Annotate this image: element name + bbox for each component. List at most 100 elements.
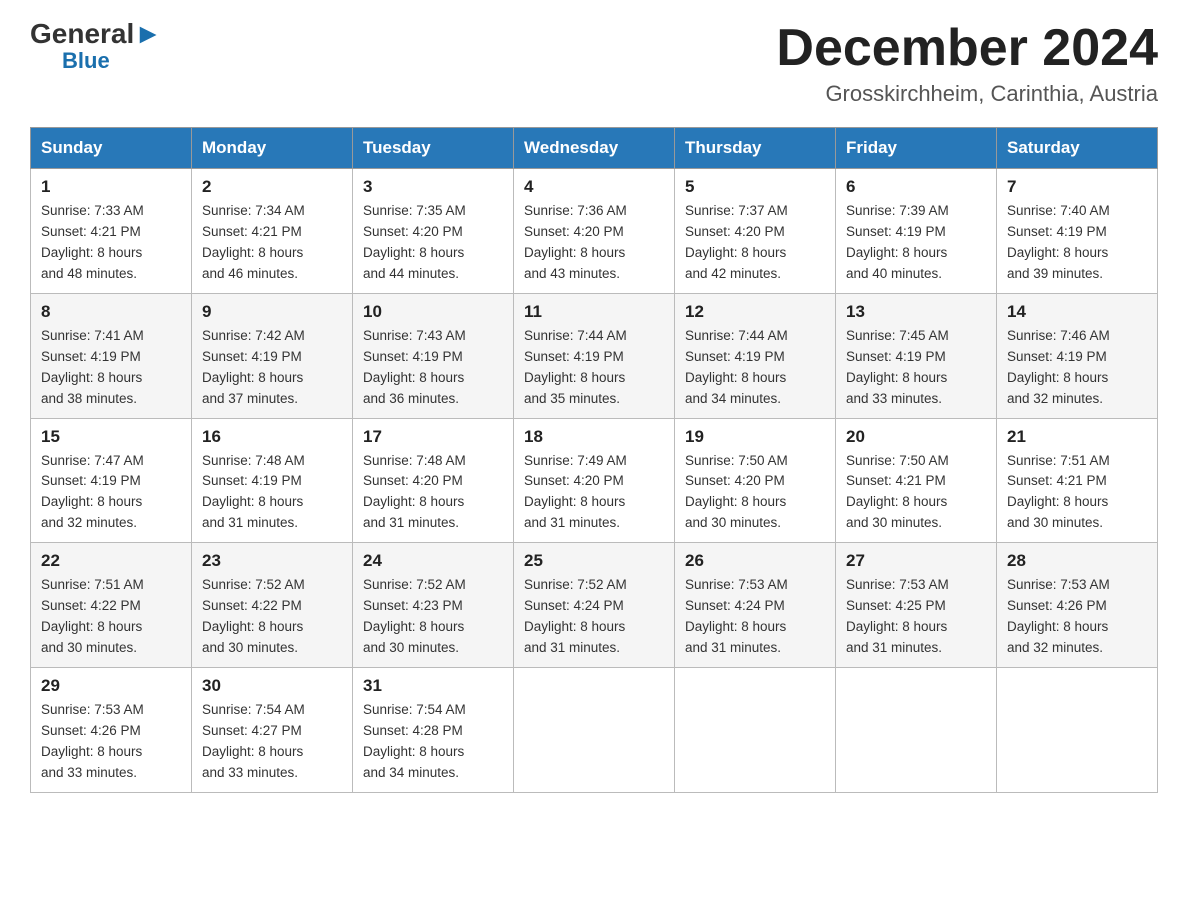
table-row	[514, 667, 675, 792]
day-number: 9	[202, 302, 342, 322]
col-wednesday: Wednesday	[514, 128, 675, 169]
day-number: 5	[685, 177, 825, 197]
table-row: 25Sunrise: 7:52 AMSunset: 4:24 PMDayligh…	[514, 543, 675, 668]
table-row	[675, 667, 836, 792]
title-area: December 2024 Grosskirchheim, Carinthia,…	[776, 20, 1158, 107]
day-info: Sunrise: 7:44 AMSunset: 4:19 PMDaylight:…	[524, 326, 664, 410]
day-number: 16	[202, 427, 342, 447]
table-row: 20 Sunrise: 7:50 AMSunset: 4:21 PMDayligh…	[836, 418, 997, 543]
day-number: 19	[685, 427, 825, 447]
day-info: Sunrise: 7:42 AMSunset: 4:19 PMDaylight:…	[202, 326, 342, 410]
table-row: 19 Sunrise: 7:50 AMSunset: 4:20 PMDayligh…	[675, 418, 836, 543]
table-row: 28 Sunrise: 7:53 AMSunset: 4:26 PMDayligh…	[997, 543, 1158, 668]
table-row: 18Sunrise: 7:49 AMSunset: 4:20 PMDayligh…	[514, 418, 675, 543]
day-info: Sunrise: 7:53 AMSunset: 4:26 PMDaylight:…	[1007, 575, 1147, 659]
table-row: 24 Sunrise: 7:52 AMSunset: 4:23 PMDayligh…	[353, 543, 514, 668]
day-number: 20	[846, 427, 986, 447]
table-row: 10 Sunrise: 7:43 AMSunset: 4:19 PMDayligh…	[353, 293, 514, 418]
day-number: 31	[363, 676, 503, 696]
location-subtitle: Grosskirchheim, Carinthia, Austria	[776, 81, 1158, 107]
table-row: 15 Sunrise: 7:47 AMSunset: 4:19 PMDayligh…	[31, 418, 192, 543]
day-number: 29	[41, 676, 181, 696]
day-info: Sunrise: 7:47 AMSunset: 4:19 PMDaylight:…	[41, 451, 181, 535]
col-sunday: Sunday	[31, 128, 192, 169]
day-info: Sunrise: 7:50 AMSunset: 4:21 PMDaylight:…	[846, 451, 986, 535]
day-info: Sunrise: 7:37 AMSunset: 4:20 PMDaylight:…	[685, 201, 825, 285]
day-info: Sunrise: 7:53 AMSunset: 4:26 PMDaylight:…	[41, 700, 181, 784]
day-number: 10	[363, 302, 503, 322]
day-info: Sunrise: 7:36 AMSunset: 4:20 PMDaylight:…	[524, 201, 664, 285]
table-row: 22 Sunrise: 7:51 AMSunset: 4:22 PMDayligh…	[31, 543, 192, 668]
day-number: 26	[685, 551, 825, 571]
col-saturday: Saturday	[997, 128, 1158, 169]
day-number: 12	[685, 302, 825, 322]
day-number: 18	[524, 427, 664, 447]
table-row: 13 Sunrise: 7:45 AMSunset: 4:19 PMDayligh…	[836, 293, 997, 418]
table-row: 17 Sunrise: 7:48 AMSunset: 4:20 PMDayligh…	[353, 418, 514, 543]
day-info: Sunrise: 7:48 AMSunset: 4:19 PMDaylight:…	[202, 451, 342, 535]
day-info: Sunrise: 7:54 AMSunset: 4:28 PMDaylight:…	[363, 700, 503, 784]
calendar-week-row: 8Sunrise: 7:41 AMSunset: 4:19 PMDaylight…	[31, 293, 1158, 418]
day-info: Sunrise: 7:53 AMSunset: 4:25 PMDaylight:…	[846, 575, 986, 659]
table-row: 6Sunrise: 7:39 AMSunset: 4:19 PMDaylight…	[836, 169, 997, 294]
day-number: 21	[1007, 427, 1147, 447]
calendar-week-row: 1Sunrise: 7:33 AMSunset: 4:21 PMDaylight…	[31, 169, 1158, 294]
day-number: 13	[846, 302, 986, 322]
table-row: 4 Sunrise: 7:36 AMSunset: 4:20 PMDaylight…	[514, 169, 675, 294]
calendar-week-row: 29 Sunrise: 7:53 AMSunset: 4:26 PMDayligh…	[31, 667, 1158, 792]
table-row: 16 Sunrise: 7:48 AMSunset: 4:19 PMDayligh…	[192, 418, 353, 543]
day-number: 23	[202, 551, 342, 571]
table-row: 1Sunrise: 7:33 AMSunset: 4:21 PMDaylight…	[31, 169, 192, 294]
page-header: General► Blue December 2024 Grosskirchhe…	[30, 20, 1158, 107]
logo-general-text: General►	[30, 20, 162, 48]
col-thursday: Thursday	[675, 128, 836, 169]
calendar-week-row: 15 Sunrise: 7:47 AMSunset: 4:19 PMDayligh…	[31, 418, 1158, 543]
logo-blue-text: Blue	[62, 48, 110, 74]
day-number: 15	[41, 427, 181, 447]
table-row: 29 Sunrise: 7:53 AMSunset: 4:26 PMDayligh…	[31, 667, 192, 792]
table-row: 7 Sunrise: 7:40 AMSunset: 4:19 PMDaylight…	[997, 169, 1158, 294]
day-info: Sunrise: 7:48 AMSunset: 4:20 PMDaylight:…	[363, 451, 503, 535]
logo: General► Blue	[30, 20, 162, 74]
day-info: Sunrise: 7:43 AMSunset: 4:19 PMDaylight:…	[363, 326, 503, 410]
col-friday: Friday	[836, 128, 997, 169]
day-number: 24	[363, 551, 503, 571]
day-info: Sunrise: 7:40 AMSunset: 4:19 PMDaylight:…	[1007, 201, 1147, 285]
table-row: 2 Sunrise: 7:34 AMSunset: 4:21 PMDaylight…	[192, 169, 353, 294]
calendar-header-row: Sunday Monday Tuesday Wednesday Thursday…	[31, 128, 1158, 169]
day-number: 2	[202, 177, 342, 197]
day-number: 17	[363, 427, 503, 447]
table-row: 9 Sunrise: 7:42 AMSunset: 4:19 PMDaylight…	[192, 293, 353, 418]
table-row: 21Sunrise: 7:51 AMSunset: 4:21 PMDayligh…	[997, 418, 1158, 543]
table-row: 11 Sunrise: 7:44 AMSunset: 4:19 PMDayligh…	[514, 293, 675, 418]
day-number: 4	[524, 177, 664, 197]
day-info: Sunrise: 7:52 AMSunset: 4:22 PMDaylight:…	[202, 575, 342, 659]
day-number: 11	[524, 302, 664, 322]
table-row: 23 Sunrise: 7:52 AMSunset: 4:22 PMDayligh…	[192, 543, 353, 668]
day-info: Sunrise: 7:44 AMSunset: 4:19 PMDaylight:…	[685, 326, 825, 410]
day-info: Sunrise: 7:45 AMSunset: 4:19 PMDaylight:…	[846, 326, 986, 410]
day-number: 25	[524, 551, 664, 571]
day-number: 7	[1007, 177, 1147, 197]
table-row: 30Sunrise: 7:54 AMSunset: 4:27 PMDayligh…	[192, 667, 353, 792]
day-number: 28	[1007, 551, 1147, 571]
table-row: 27Sunrise: 7:53 AMSunset: 4:25 PMDayligh…	[836, 543, 997, 668]
col-tuesday: Tuesday	[353, 128, 514, 169]
calendar-table: Sunday Monday Tuesday Wednesday Thursday…	[30, 127, 1158, 792]
day-number: 22	[41, 551, 181, 571]
table-row	[997, 667, 1158, 792]
col-monday: Monday	[192, 128, 353, 169]
day-info: Sunrise: 7:50 AMSunset: 4:20 PMDaylight:…	[685, 451, 825, 535]
day-info: Sunrise: 7:39 AMSunset: 4:19 PMDaylight:…	[846, 201, 986, 285]
table-row: 5 Sunrise: 7:37 AMSunset: 4:20 PMDaylight…	[675, 169, 836, 294]
day-info: Sunrise: 7:52 AMSunset: 4:23 PMDaylight:…	[363, 575, 503, 659]
day-info: Sunrise: 7:53 AMSunset: 4:24 PMDaylight:…	[685, 575, 825, 659]
month-title: December 2024	[776, 20, 1158, 77]
day-info: Sunrise: 7:46 AMSunset: 4:19 PMDaylight:…	[1007, 326, 1147, 410]
day-info: Sunrise: 7:33 AMSunset: 4:21 PMDaylight:…	[41, 201, 181, 285]
day-info: Sunrise: 7:34 AMSunset: 4:21 PMDaylight:…	[202, 201, 342, 285]
table-row	[836, 667, 997, 792]
day-info: Sunrise: 7:51 AMSunset: 4:22 PMDaylight:…	[41, 575, 181, 659]
table-row: 12 Sunrise: 7:44 AMSunset: 4:19 PMDayligh…	[675, 293, 836, 418]
day-number: 3	[363, 177, 503, 197]
